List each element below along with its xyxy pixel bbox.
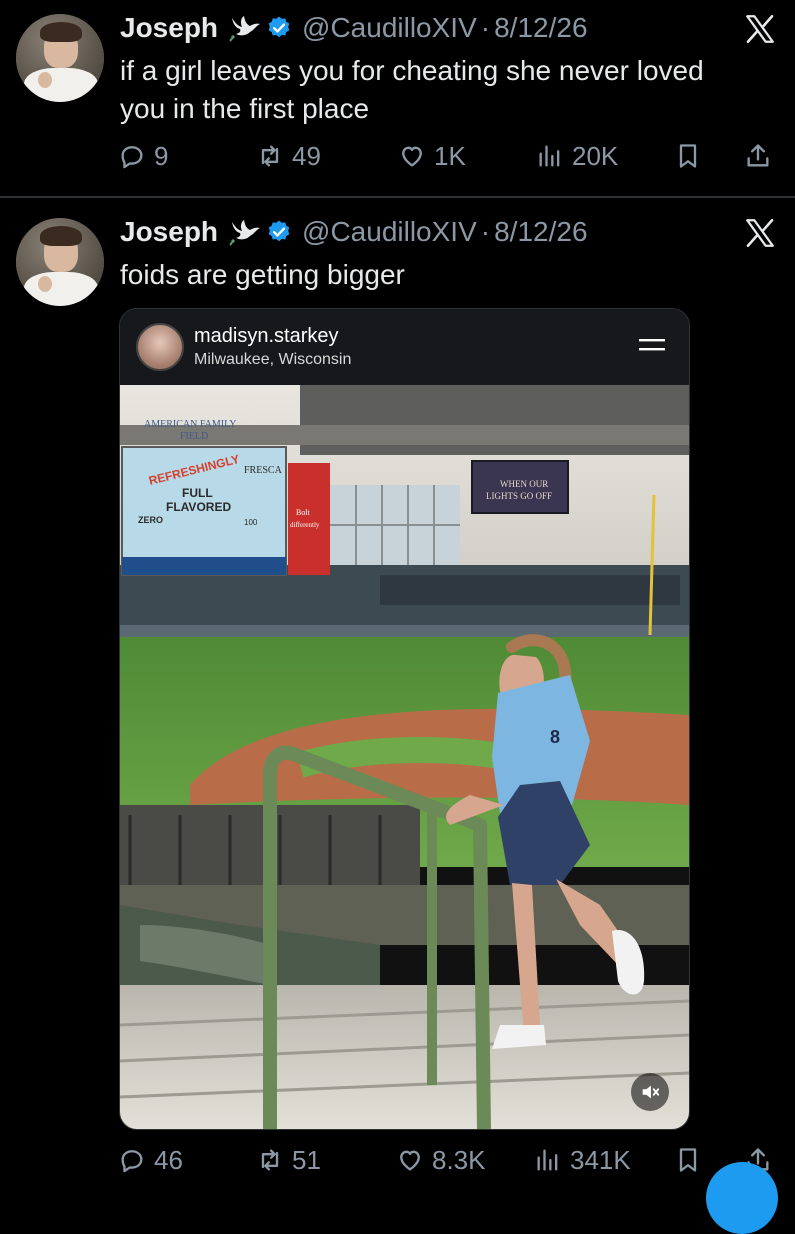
views-count: 341K: [570, 1144, 631, 1175]
like-icon: [402, 146, 422, 167]
ad-text: ZERO: [138, 515, 163, 525]
like-count: 8.3K: [432, 1144, 486, 1175]
handle[interactable]: @CaudilloXIV: [302, 216, 477, 248]
like-button[interactable]: 8.3K: [396, 1142, 486, 1178]
avatar[interactable]: [16, 218, 104, 306]
share-icon: [747, 144, 769, 167]
separator: ·: [480, 216, 491, 247]
bookmark-button[interactable]: [674, 138, 710, 174]
stadium-name: AMERICAN FAMILY: [144, 419, 236, 430]
dove-icon: [229, 16, 261, 42]
tweet-text-line: foids are getting bigger: [120, 259, 405, 290]
action-bar: 9 49 1K 20K: [118, 138, 778, 174]
views-count: 20K: [572, 140, 619, 171]
embed-username[interactable]: madisyn.starkey: [194, 325, 339, 348]
x-logo-icon[interactable]: [743, 216, 777, 250]
verified-icon: [268, 16, 290, 38]
ad-text: differently: [290, 521, 320, 529]
views-icon: [539, 145, 560, 167]
x-logo-icon[interactable]: [743, 12, 777, 46]
embed-header: madisyn.starkey Milwaukee, Wisconsin: [120, 309, 689, 385]
handle[interactable]: @CaudilloXIV: [302, 12, 477, 44]
reply-button[interactable]: 9: [118, 138, 168, 174]
stadium-name: FIELD: [180, 431, 208, 442]
separator: ·: [480, 12, 491, 43]
like-count: 1K: [434, 140, 466, 171]
retweet-count: 51: [292, 1144, 321, 1175]
tweet-header: Joseph @CaudilloXIV · 8/12/26: [120, 216, 588, 248]
retweet-button[interactable]: 49: [256, 138, 321, 174]
ad-text: 100: [244, 518, 258, 527]
tweet-text: if a girl leaves you for cheating she ne…: [120, 52, 760, 128]
menu-icon[interactable]: [637, 335, 667, 355]
ad-text: Bolt: [296, 508, 311, 517]
stadium-photo[interactable]: REFRESHINGLY FULL FLAVORED FRESCA ZERO 1…: [120, 385, 689, 1129]
tweet-text: foids are getting bigger: [120, 256, 760, 294]
retweet-icon: [261, 145, 279, 167]
verified-icon: [268, 220, 290, 242]
share-button[interactable]: [744, 138, 780, 174]
tweet-1[interactable]: Joseph @CaudilloXIV · 8/12/26 if a girl …: [0, 0, 795, 196]
reply-icon: [121, 146, 143, 169]
bookmark-icon: [679, 1148, 697, 1172]
retweet-button[interactable]: 51: [256, 1142, 321, 1178]
timestamp[interactable]: 8/12/26: [494, 216, 587, 248]
retweet-count: 49: [292, 140, 321, 171]
tweet-text-line: you in the first place: [120, 93, 370, 124]
mute-icon: [642, 1085, 660, 1099]
action-bar: 46 51 8.3K 341K: [118, 1142, 778, 1178]
like-icon: [400, 1150, 420, 1171]
bookmark-button[interactable]: [674, 1142, 710, 1178]
sign-text: WHEN OUR: [500, 479, 548, 489]
mute-button[interactable]: [631, 1073, 669, 1111]
embed-avatar[interactable]: [136, 323, 184, 371]
timestamp[interactable]: 8/12/26: [494, 12, 587, 44]
tweet-2[interactable]: Joseph @CaudilloXIV · 8/12/26 foids are …: [0, 198, 795, 1200]
views-icon: [537, 1149, 558, 1171]
reply-button[interactable]: 46: [118, 1142, 183, 1178]
avatar[interactable]: [16, 14, 104, 102]
reply-count: 9: [154, 140, 169, 171]
jersey-number: 8: [550, 727, 560, 747]
tweet-header: Joseph @CaudilloXIV · 8/12/26: [120, 12, 588, 44]
tweet-text-line: if a girl leaves you for cheating she ne…: [120, 55, 704, 86]
reply-icon: [121, 1150, 143, 1173]
ad-text: FULL: [182, 486, 213, 500]
ad-text: FRESCA: [244, 465, 283, 476]
display-name[interactable]: Joseph: [120, 12, 218, 44]
like-button[interactable]: 1K: [398, 138, 466, 174]
ad-text: FLAVORED: [166, 500, 231, 514]
embedded-media-card[interactable]: madisyn.starkey Milwaukee, Wisconsin REF…: [119, 308, 690, 1130]
dove-icon: [229, 220, 261, 246]
compose-button[interactable]: [706, 1162, 778, 1234]
bookmark-icon: [679, 144, 697, 168]
display-name[interactable]: Joseph: [120, 216, 218, 248]
reply-count: 46: [154, 1144, 183, 1175]
sign-text: LIGHTS GO OFF: [486, 491, 552, 501]
retweet-icon: [261, 1149, 279, 1171]
embed-location[interactable]: Milwaukee, Wisconsin: [194, 351, 351, 369]
views-button[interactable]: 20K: [536, 138, 618, 174]
views-button[interactable]: 341K: [534, 1142, 631, 1178]
